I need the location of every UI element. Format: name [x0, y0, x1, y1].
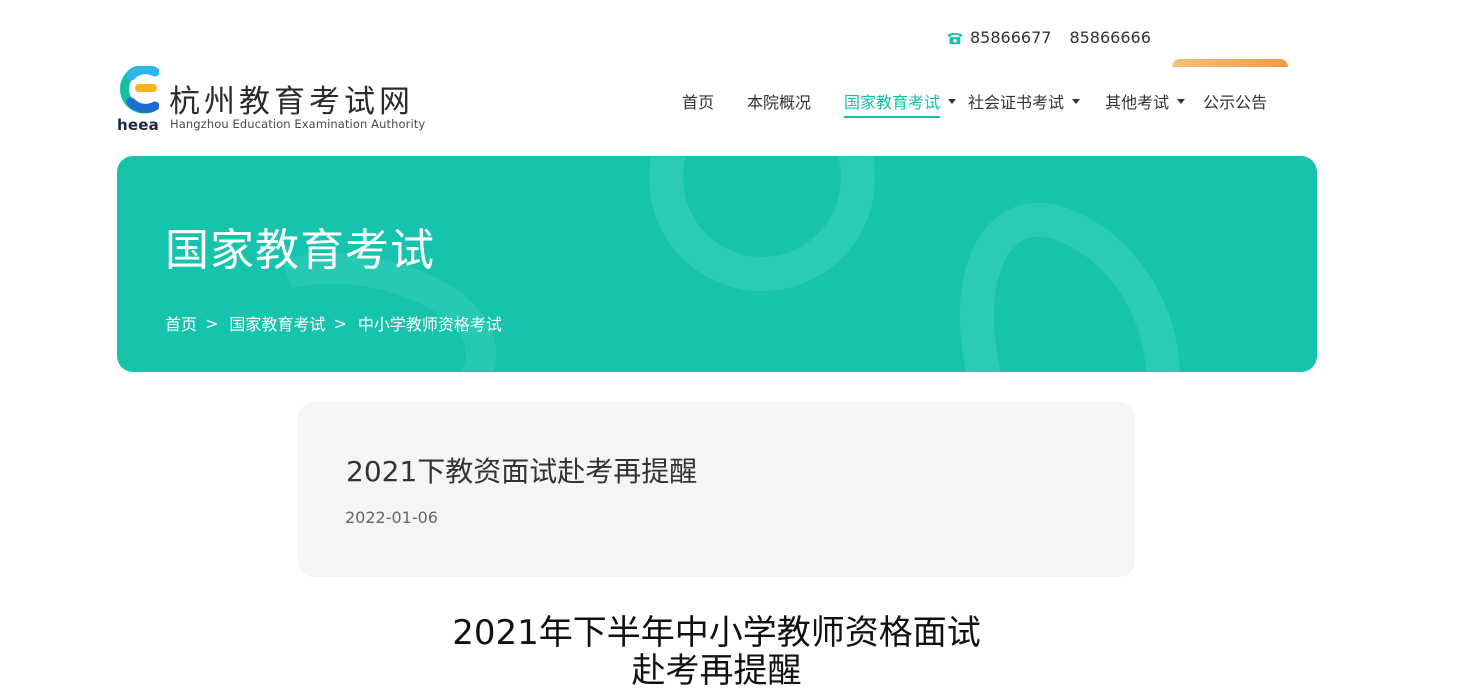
breadcrumb-national-exams[interactable]: 国家教育考试: [229, 311, 325, 335]
nav-item-social-certificates[interactable]: 社会证书考试: [968, 88, 1081, 114]
nav-item-other-exams[interactable]: 其他考试: [1105, 88, 1186, 114]
login-tab[interactable]: [1172, 59, 1288, 67]
logo-abbr: heea: [117, 116, 159, 134]
breadcrumb-separator: >: [333, 313, 347, 333]
breadcrumb-home[interactable]: 首页: [165, 311, 197, 335]
breadcrumb-separator: >: [205, 313, 219, 333]
logo-title: 杭州教育考试网: [169, 84, 414, 120]
phone-icon: [947, 32, 963, 44]
page: 85866677 85866666 heea 杭州教育考试网 Hangzhou …: [0, 0, 1478, 689]
content-heading-line-1: 2021年下半年中小学教师资格面试: [452, 613, 981, 653]
article-header-card: 2021下教资面试赴考再提醒 2022-01-06: [298, 402, 1135, 577]
content-heading: 2021年下半年中小学教师资格面试 赴考再提醒: [298, 614, 1135, 689]
content-heading-line-2: 赴考再提醒: [631, 651, 802, 689]
phone-bar: 85866677 85866666: [946, 28, 1151, 47]
nav-label: 首页: [682, 93, 715, 112]
nav-item-national-exams[interactable]: 国家教育考试: [844, 88, 941, 118]
nav-item-about[interactable]: 本院概况: [747, 88, 811, 114]
page-title: 国家教育考试: [165, 225, 435, 276]
nav-item-home[interactable]: 首页: [682, 88, 714, 114]
nav-item-announcements[interactable]: 公示公告: [1203, 88, 1267, 114]
logo-subtitle: Hangzhou Education Examination Authority: [170, 117, 426, 131]
nav-label: 国家教育考试: [844, 93, 941, 112]
breadcrumb: 首页 > 国家教育考试 > 中小学教师资格考试: [165, 311, 502, 335]
nav-label: 其他考试: [1105, 93, 1170, 112]
article-date: 2022-01-06: [345, 508, 438, 527]
breadcrumb-teacher-qualification[interactable]: 中小学教师资格考试: [358, 311, 502, 335]
nav-label: 公示公告: [1203, 93, 1268, 112]
site-logo[interactable]: heea 杭州教育考试网 Hangzhou Education Examinat…: [117, 66, 437, 136]
article-title: 2021下教资面试赴考再提醒: [346, 455, 698, 488]
phone-number-1: 85866677: [970, 28, 1052, 47]
nav-label: 本院概况: [747, 93, 812, 112]
main-nav: 首页 本院概况 国家教育考试 社会证书考试 其他考试 公示公告: [682, 88, 1267, 118]
nav-label: 社会证书考试: [968, 93, 1065, 112]
page-banner: 国家教育考试 首页 > 国家教育考试 > 中小学教师资格考试: [117, 156, 1317, 372]
phone-number-2: 85866666: [1069, 28, 1151, 47]
chevron-down-icon: [1072, 98, 1081, 104]
logo-e-icon: [120, 66, 159, 114]
chevron-down-icon: [1177, 98, 1186, 104]
chevron-down-icon[interactable]: [948, 98, 957, 104]
